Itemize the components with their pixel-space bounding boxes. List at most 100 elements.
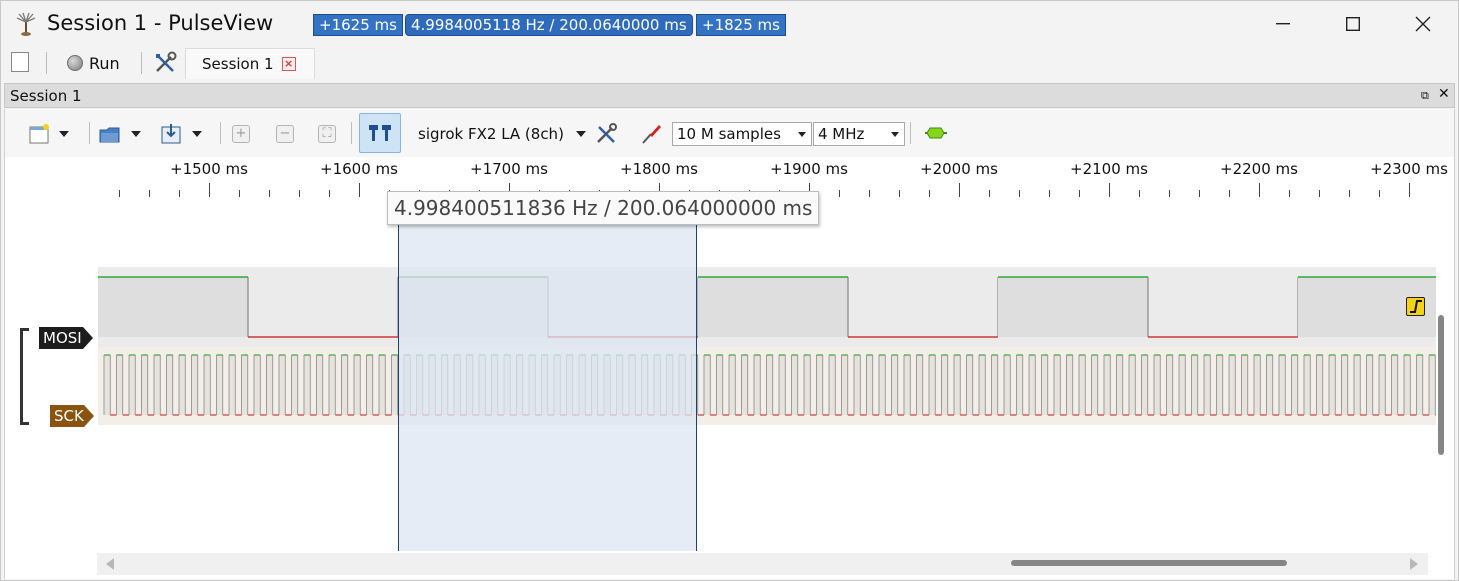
ruler-tick xyxy=(1259,183,1260,197)
toolbar-separator xyxy=(89,122,90,144)
device-selector-label: sigrok FX2 LA (8ch) xyxy=(418,125,564,143)
chevron-down-icon xyxy=(192,131,202,137)
ruler-tick xyxy=(1349,190,1350,197)
sck-high-fill xyxy=(754,355,761,415)
channel-header-column xyxy=(5,197,98,579)
sample-count-value: 10 M samples xyxy=(677,125,781,143)
sck-high-fill xyxy=(216,355,223,415)
sck-high-fill xyxy=(254,355,261,415)
open-folder-icon xyxy=(99,127,120,143)
sck-high-fill xyxy=(1229,355,1236,415)
sck-high-fill xyxy=(1429,355,1436,415)
minimize-button[interactable] xyxy=(1248,1,1318,47)
sck-high-fill xyxy=(1329,355,1336,415)
ruler-tick xyxy=(1049,190,1050,197)
session-dock-header: Session 1 ⧉ ✕ xyxy=(4,83,1455,108)
float-dock-icon[interactable]: ⧉ xyxy=(1421,89,1429,103)
vertical-scrollbar[interactable] xyxy=(1438,315,1444,455)
sck-high-fill xyxy=(1204,355,1211,415)
zoom-fit-button[interactable]: ⛶ xyxy=(318,121,336,147)
sck-high-fill xyxy=(966,355,973,415)
sck-high-fill xyxy=(1316,355,1323,415)
toolbar-separator xyxy=(220,122,221,144)
ruler-tick xyxy=(1139,190,1140,197)
show-cursors-toggle[interactable] xyxy=(359,113,401,153)
scroll-right-icon[interactable] xyxy=(1410,558,1418,570)
sck-high-fill xyxy=(1254,355,1261,415)
close-window-button[interactable] xyxy=(1388,1,1458,47)
sck-high-fill xyxy=(866,355,873,415)
toolbar-separator xyxy=(351,122,352,144)
sck-high-fill xyxy=(1379,355,1386,415)
ruler-tick xyxy=(119,190,120,197)
sck-high-fill xyxy=(1366,355,1373,415)
ruler-tick xyxy=(1079,190,1080,197)
close-icon xyxy=(1415,16,1431,32)
sck-high-fill xyxy=(366,355,373,415)
cursor-selection-region xyxy=(398,197,697,551)
ruler-label: +2200 ms xyxy=(1220,160,1298,178)
ruler-tick xyxy=(1019,190,1020,197)
zoom-out-button[interactable]: − xyxy=(276,121,294,147)
chevron-down-icon xyxy=(575,131,586,137)
mosi-high-fill xyxy=(998,277,1148,337)
ruler-label: +2300 ms xyxy=(1370,160,1448,178)
sck-high-fill xyxy=(1404,355,1411,415)
main-toolbar: Run Session 1 × xyxy=(1,47,1458,79)
trace-canvas[interactable] xyxy=(98,197,1436,551)
ruler-label: +1700 ms xyxy=(470,160,548,178)
probe-config-icon[interactable] xyxy=(639,122,663,146)
trigger-edge-icon[interactable] xyxy=(1406,297,1425,316)
add-decoder-icon[interactable] xyxy=(923,125,949,141)
chevron-down-icon xyxy=(891,132,899,137)
sck-high-fill xyxy=(891,355,898,415)
sck-high-fill xyxy=(1016,355,1023,415)
zoom-in-button[interactable]: + xyxy=(232,121,250,147)
cursor-1-flag[interactable]: +1625 ms xyxy=(313,14,403,36)
channel-label-sck[interactable]: SCK xyxy=(50,405,94,427)
sck-high-fill xyxy=(1066,355,1073,415)
sck-high-fill xyxy=(116,355,123,415)
sample-count-select[interactable]: 10 M samples xyxy=(672,122,812,146)
channel-label-mosi[interactable]: MOSI xyxy=(39,327,93,349)
sck-high-fill xyxy=(991,355,998,415)
sck-high-fill xyxy=(1166,355,1173,415)
session-toolbar: + − ⛶ sigrok FX2 LA (8ch) 10 M samples 4… xyxy=(4,109,1455,157)
open-file-button[interactable] xyxy=(99,121,141,147)
sck-high-fill xyxy=(766,355,773,415)
sck-high-fill xyxy=(229,355,236,415)
sck-high-fill xyxy=(879,355,886,415)
new-view-button[interactable] xyxy=(29,121,69,147)
toolbar-separator xyxy=(46,52,47,74)
sample-rate-select[interactable]: 4 MHz xyxy=(813,122,905,146)
maximize-button[interactable] xyxy=(1318,1,1388,47)
sck-high-fill xyxy=(1279,355,1286,415)
scroll-left-icon[interactable] xyxy=(106,558,114,570)
horizontal-scroll-thumb[interactable] xyxy=(1011,560,1287,566)
sck-high-fill xyxy=(941,355,948,415)
sck-high-fill xyxy=(1079,355,1086,415)
device-config-icon[interactable] xyxy=(595,123,619,145)
new-session-icon[interactable] xyxy=(11,52,29,72)
cursor-difference-label[interactable]: 4.9984005118 Hz / 200.0640000 ms xyxy=(405,14,693,36)
sck-high-fill xyxy=(954,355,961,415)
tab-close-icon[interactable]: × xyxy=(281,57,296,71)
ruler-label: +1800 ms xyxy=(620,160,698,178)
sck-high-fill xyxy=(741,355,748,415)
sck-high-fill xyxy=(1179,355,1186,415)
sck-high-fill xyxy=(241,355,248,415)
device-selector[interactable]: sigrok FX2 LA (8ch) xyxy=(418,121,586,147)
toolbar-separator xyxy=(141,52,142,74)
new-view-icon xyxy=(29,124,49,144)
sck-high-fill xyxy=(1416,355,1423,415)
settings-tools-icon[interactable] xyxy=(153,51,179,75)
tab-session-1[interactable]: Session 1 × xyxy=(185,48,315,79)
run-button[interactable]: Run xyxy=(61,50,126,76)
dock-close-icon[interactable]: ✕ xyxy=(1438,86,1450,102)
mosi-high-fill xyxy=(698,277,848,337)
save-file-button[interactable] xyxy=(160,121,202,147)
horizontal-scrollbar[interactable] xyxy=(97,553,1428,575)
session-tab-label: Session 1 xyxy=(202,55,274,73)
sck-high-fill xyxy=(391,355,398,415)
cursor-2-flag[interactable]: +1825 ms xyxy=(696,14,786,36)
